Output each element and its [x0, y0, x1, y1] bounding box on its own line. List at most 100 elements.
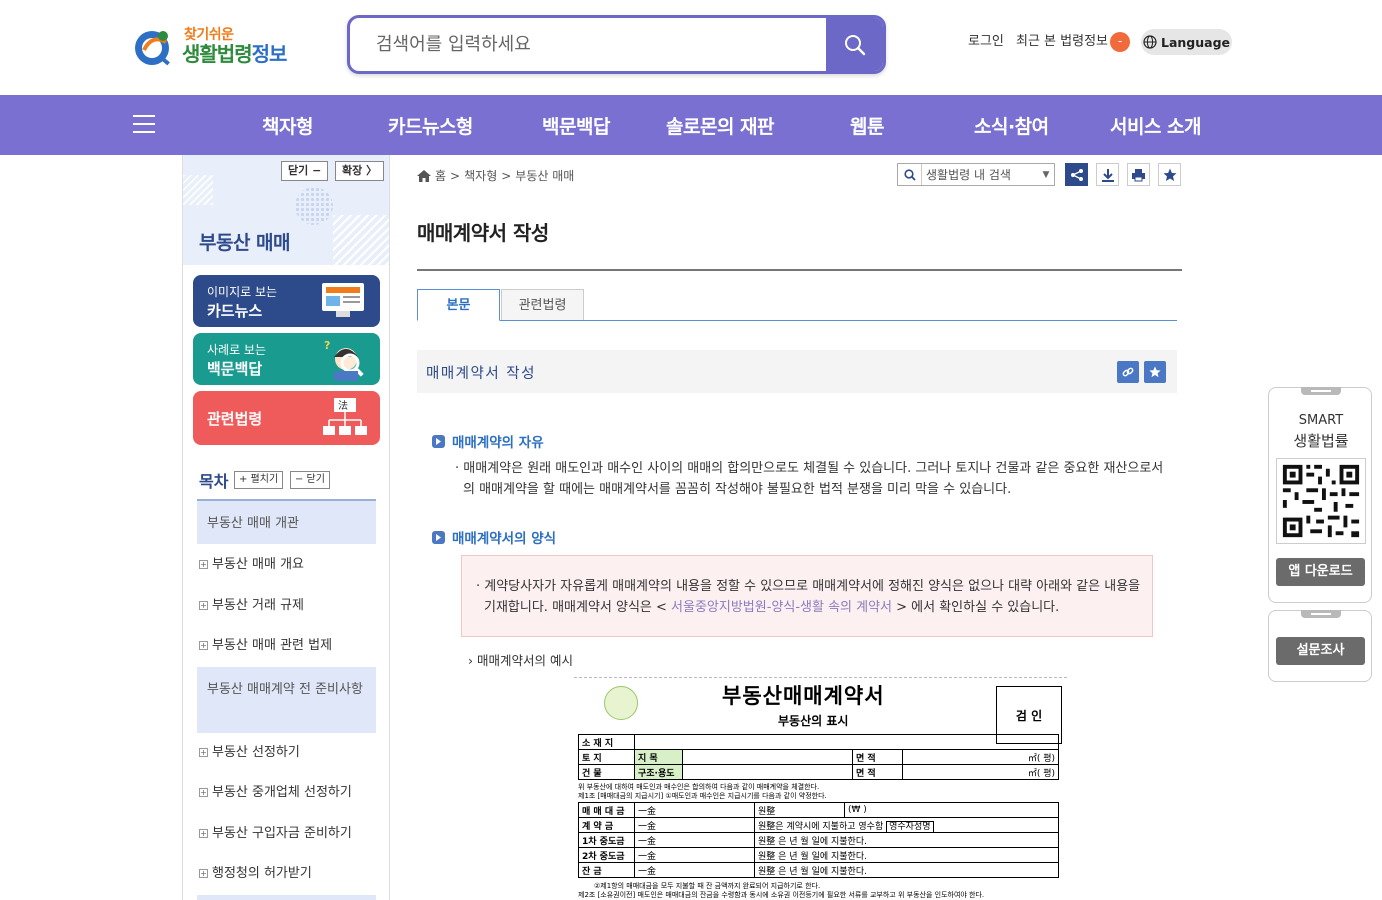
cardnews-banner[interactable]: 이미지로 보는 카드뉴스: [193, 275, 380, 327]
bookmark-button[interactable]: [1158, 163, 1181, 186]
svg-text:法: 法: [338, 399, 348, 412]
link-button[interactable]: [1117, 361, 1139, 383]
nav-item-webtoon[interactable]: 웹툰: [850, 112, 884, 139]
print-button[interactable]: [1127, 163, 1150, 186]
login-link[interactable]: 로그인: [968, 30, 1004, 49]
doc-note: 제2조 [소유권이전] 매도인은 매매대금의 잔금을 수령함과 동시에 소유권 …: [578, 891, 985, 899]
toc-item[interactable]: + 부동산 중개업체 선정하기: [197, 781, 376, 800]
plus-icon: +: [199, 601, 208, 610]
download-button[interactable]: [1096, 163, 1119, 186]
breadcrumb-home[interactable]: 홈: [435, 167, 446, 184]
star-icon: [1163, 168, 1176, 181]
nav-item-qa[interactable]: 백문백답: [542, 112, 610, 139]
sidebar: 닫기 − 확장 〉 부동산 매매 이미지로 보는 카드뉴스 사례로 보는 백문백…: [182, 155, 390, 900]
logo-mark-icon: [135, 31, 170, 66]
sidebar-expand-button[interactable]: 확장 〉: [335, 161, 385, 181]
toc-section[interactable]: 부동산 매매계약 전 준비사항: [197, 667, 376, 733]
nav-item-booklet[interactable]: 책자형: [262, 112, 313, 139]
plus-icon: +: [199, 829, 208, 838]
recent-laws-link[interactable]: 최근 본 법령정보: [1016, 30, 1108, 49]
toc-collapse-button[interactable]: − 닫기: [290, 471, 330, 489]
toc-item-label: 부동산 매매 관련 법제: [212, 638, 333, 653]
toc-title: 목차: [199, 472, 229, 491]
title-divider: [417, 269, 1182, 271]
breadcrumb-current[interactable]: 부동산 매매: [515, 167, 574, 184]
toc-item[interactable]: + 부동산 매매 관련 법제: [197, 634, 376, 653]
page-title: 매매계약서 작성: [417, 221, 549, 245]
doc-note: 제1조 [매매대금의 지급시기] ①매도인과 매수인은 지급시기를 다음과 같이…: [578, 792, 827, 800]
banner-title: 백문백답: [207, 360, 263, 378]
globe-icon: [1143, 35, 1157, 49]
plus-icon: +: [199, 869, 208, 878]
search-icon: [844, 34, 865, 55]
plus-icon: +: [199, 748, 208, 757]
main-nav: 책자형 카드뉴스형 백문백답 솔로몬의 재판 웹툰 소식·참여 서비스 소개: [0, 95, 1382, 155]
app-download-button[interactable]: 앱 다운로드: [1276, 558, 1365, 586]
arrow-bullet-icon: [432, 434, 445, 448]
search-button[interactable]: [826, 18, 883, 71]
recent-laws-badge[interactable]: -: [1110, 32, 1130, 52]
plus-icon: +: [199, 788, 208, 797]
toc-item[interactable]: + 부동산 매매 개요: [197, 553, 376, 572]
toc-item[interactable]: + 부동산 선정하기: [197, 741, 376, 760]
search-input[interactable]: [350, 18, 826, 71]
toc-item[interactable]: + 부동산 구입자금 준비하기: [197, 822, 376, 841]
share-icon: [1070, 168, 1083, 181]
toc-section[interactable]: 부동산 매매 개관: [197, 501, 376, 544]
heading-contract-freedom: 매매계약의 자유: [432, 431, 544, 451]
court-seal-icon: [604, 686, 638, 720]
related-laws-banner[interactable]: 관련법령 法: [193, 391, 380, 445]
nav-item-solomon[interactable]: 솔로몬의 재판: [666, 112, 775, 139]
smart-app-panel: SMART 생활법률 앱 다운로드: [1268, 387, 1372, 603]
toc-item[interactable]: + 행정청의 허가받기: [197, 862, 376, 881]
survey-panel: 설문조사: [1268, 610, 1372, 682]
news-monitor-icon: [322, 283, 364, 317]
section-header: 매매계약서 작성: [417, 350, 1177, 393]
section-bookmark-button[interactable]: [1144, 361, 1166, 383]
magnifier-person-icon: ?: [324, 339, 364, 381]
section-title: 매매계약서 작성: [426, 366, 536, 382]
site-logo[interactable]: 찾기쉬운 생활법령정보: [132, 18, 292, 70]
survey-button[interactable]: 설문조사: [1276, 637, 1365, 665]
banner-title: 관련법령: [207, 410, 263, 428]
home-icon[interactable]: [417, 169, 431, 182]
svg-text:?: ?: [324, 339, 330, 352]
nav-item-cardnews[interactable]: 카드뉴스형: [388, 112, 473, 139]
tab-divider: [417, 320, 1177, 321]
menu-icon[interactable]: [133, 115, 155, 135]
tab-related-laws[interactable]: 관련법령: [501, 289, 584, 320]
toc-item-label: 부동산 거래 규제: [212, 598, 304, 613]
contract-example-image: 부동산매매계약서 부동산의 표시 검 인 소 재 지 토 지지 목면 적 ㎡( 평…: [574, 677, 1067, 900]
court-form-link[interactable]: 서울중앙지방법원-양식-생활 속의 계약서: [671, 600, 892, 615]
toc-section-partial: [197, 895, 376, 900]
smart-label-sub: 생활법률: [1293, 432, 1349, 450]
breadcrumb-booklet[interactable]: 책자형: [464, 167, 497, 184]
arrow-bullet-icon: [432, 530, 445, 544]
doc-title: 부동산매매계약서: [722, 684, 885, 708]
qa-banner[interactable]: 사례로 보는 백문백답 ?: [193, 333, 380, 385]
share-button[interactable]: [1065, 163, 1088, 186]
inner-search-select[interactable]: 생활법령 내 검색 ▼: [897, 163, 1055, 186]
property-table: 소 재 지 토 지지 목면 적 ㎡( 평) 건 물 구조·용도 면 적 ㎡( 평): [578, 734, 1059, 780]
toc-item-label: 행정청의 허가받기: [212, 866, 312, 881]
toc-item-label: 부동산 매매 개요: [212, 557, 304, 572]
chevron-down-icon: ▼: [1042, 169, 1050, 180]
info-note-box: · 계약당사자가 자유롭게 매매계약의 내용을 정할 수 있으므로 매매계약서에…: [461, 555, 1153, 637]
heading-contract-form: 매매계약서의 양식: [432, 527, 556, 547]
sidebar-header: 닫기 − 확장 〉 부동산 매매: [183, 155, 389, 265]
smart-label: SMART: [1298, 413, 1344, 428]
paragraph-contract-freedom: · 매매계약은 원래 매도인과 매수인 사이의 매매의 합의만으로도 체결될 수…: [455, 461, 1164, 497]
example-label: › 매매계약서의 예시: [468, 653, 573, 668]
sidebar-close-button[interactable]: 닫기 −: [281, 161, 329, 181]
language-button[interactable]: Language: [1141, 29, 1232, 55]
doc-subtitle: 부동산의 표시: [778, 714, 849, 728]
plus-icon: +: [199, 560, 208, 569]
logo-title: 생활법령정보: [182, 42, 287, 66]
global-search: [347, 15, 886, 74]
nav-item-about[interactable]: 서비스 소개: [1110, 112, 1202, 139]
toc-item[interactable]: + 부동산 거래 규제: [197, 594, 376, 613]
nav-item-news[interactable]: 소식·참여: [974, 112, 1049, 139]
site-header: 찾기쉬운 생활법령정보 로그인 최근 본 법령정보 - Language: [0, 0, 1382, 95]
tab-body[interactable]: 본문: [417, 289, 500, 321]
toc-expand-button[interactable]: + 펼치기: [234, 471, 284, 489]
